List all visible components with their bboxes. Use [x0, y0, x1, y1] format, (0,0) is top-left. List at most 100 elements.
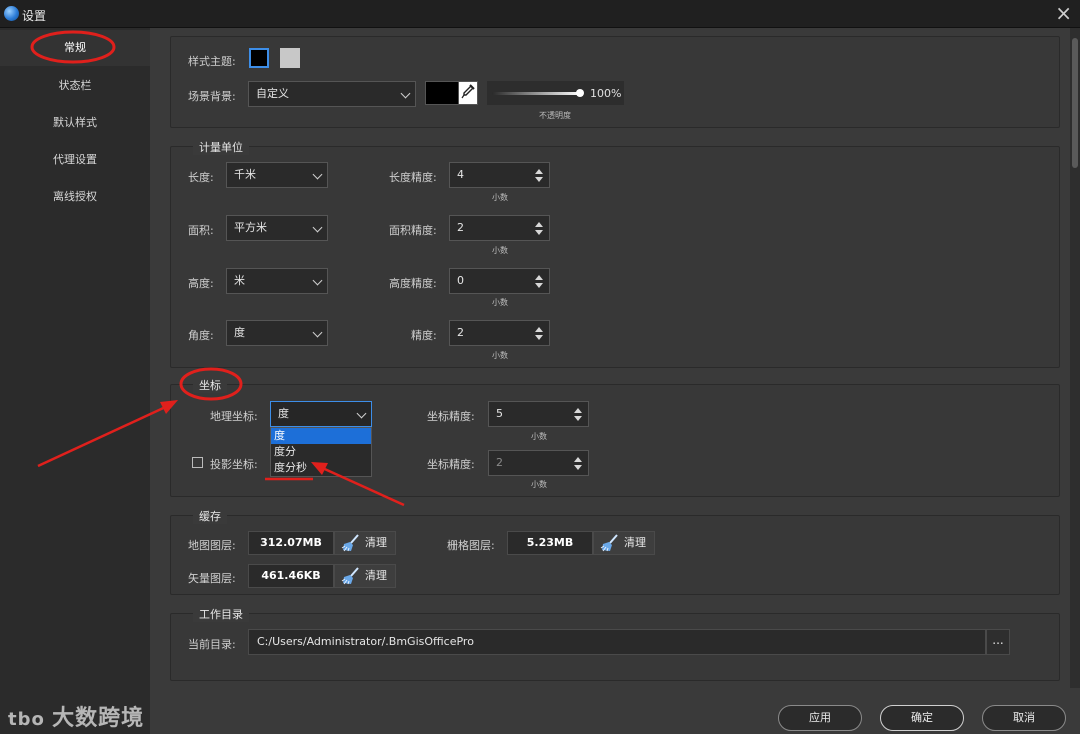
map-layer-clear-button[interactable]: 清理: [334, 531, 396, 555]
broom-icon: [600, 534, 618, 552]
angle-precision-spinner[interactable]: 2: [449, 320, 550, 346]
height-unit-value: 米: [234, 274, 245, 287]
sidebar-item-default-style[interactable]: 默认样式: [0, 105, 150, 141]
chevron-down-icon: [400, 88, 411, 99]
current-dir-label: 当前目录:: [188, 638, 236, 651]
decimal-caption: 小数: [492, 193, 508, 202]
spin-down-icon[interactable]: [574, 416, 582, 421]
eyedropper-icon: [461, 84, 475, 99]
scene-bg-select[interactable]: 自定义: [248, 81, 416, 107]
cancel-button[interactable]: 取消: [982, 705, 1066, 731]
browse-button[interactable]: ...: [986, 629, 1010, 655]
spin-down-icon[interactable]: [535, 230, 543, 235]
eyedropper-button[interactable]: [458, 81, 478, 105]
geo-precision-label: 坐标精度:: [427, 410, 475, 423]
sidebar-item-statusbar[interactable]: 状态栏: [0, 68, 150, 104]
height-label: 高度:: [188, 277, 214, 290]
spin-up-icon[interactable]: [574, 408, 582, 413]
scene-color-swatch[interactable]: [425, 81, 460, 105]
title-bar: 设置 ×: [0, 0, 1080, 28]
raster-layer-label: 栅格图层:: [447, 539, 495, 552]
spin-down-icon[interactable]: [535, 283, 543, 288]
opacity-slider[interactable]: [492, 92, 580, 95]
height-unit-select[interactable]: 米: [226, 268, 328, 294]
area-precision-spinner[interactable]: 2: [449, 215, 550, 241]
theme-light-swatch[interactable]: [280, 48, 300, 68]
geo-coord-select[interactable]: 度: [270, 401, 372, 427]
raster-layer-clear-button[interactable]: 清理: [593, 531, 655, 555]
opacity-caption: 不透明度: [539, 111, 571, 120]
length-unit-select[interactable]: 千米: [226, 162, 328, 188]
scene-bg-value: 自定义: [256, 87, 289, 100]
spin-up-icon[interactable]: [535, 169, 543, 174]
decimal-caption: 小数: [531, 480, 547, 489]
chevron-down-icon: [312, 327, 323, 338]
chevron-down-icon: [356, 408, 367, 419]
height-precision-value: 0: [457, 274, 464, 287]
clear-label: 清理: [365, 536, 387, 549]
vector-layer-size: 461.46KB: [248, 564, 334, 588]
geo-option-degree-minute-second[interactable]: 度分秒: [271, 460, 371, 476]
ok-button[interactable]: 确定: [880, 705, 964, 731]
geo-precision-spinner[interactable]: 5: [488, 401, 589, 427]
height-precision-label: 高度精度:: [389, 277, 437, 290]
geo-coord-value: 度: [278, 407, 289, 420]
spin-down-icon[interactable]: [574, 465, 582, 470]
sidebar: 常规 状态栏 默认样式 代理设置 离线授权: [0, 28, 150, 734]
area-precision-label: 面积精度:: [389, 224, 437, 237]
spin-up-icon[interactable]: [535, 327, 543, 332]
length-precision-spinner[interactable]: 4: [449, 162, 550, 188]
angle-unit-value: 度: [234, 326, 245, 339]
decimal-caption: 小数: [531, 432, 547, 441]
proj-coord-checkbox[interactable]: [192, 457, 203, 468]
theme-dark-swatch[interactable]: [249, 48, 269, 68]
watermark: tbo 大数跨境: [8, 700, 144, 732]
vector-layer-clear-button[interactable]: 清理: [334, 564, 396, 588]
theme-label: 样式主题:: [188, 55, 236, 68]
clear-label: 清理: [365, 569, 387, 582]
current-dir-field[interactable]: C:/Users/Administrator/.BmGisOfficePro: [248, 629, 986, 655]
sidebar-item-general[interactable]: 常规: [0, 30, 150, 66]
app-logo-icon: [4, 6, 19, 21]
scrollbar[interactable]: [1070, 28, 1080, 688]
proj-precision-label: 坐标精度:: [427, 458, 475, 471]
workdir-group-title: 工作目录: [193, 606, 249, 622]
sidebar-item-offline-license[interactable]: 离线授权: [0, 179, 150, 215]
chevron-down-icon: [312, 275, 323, 286]
height-precision-spinner[interactable]: 0: [449, 268, 550, 294]
spin-down-icon[interactable]: [535, 177, 543, 182]
geo-coord-label: 地理坐标:: [210, 410, 258, 423]
area-unit-value: 平方米: [234, 221, 267, 234]
units-group-title: 计量单位: [193, 139, 249, 155]
geo-option-degree-minute[interactable]: 度分: [271, 444, 371, 460]
geo-coord-dropdown: 度 度分 度分秒: [270, 427, 372, 477]
scrollbar-thumb[interactable]: [1072, 38, 1078, 168]
area-unit-select[interactable]: 平方米: [226, 215, 328, 241]
spin-up-icon[interactable]: [574, 457, 582, 462]
decimal-caption: 小数: [492, 246, 508, 255]
proj-precision-value: 2: [496, 456, 503, 469]
apply-button[interactable]: 应用: [778, 705, 862, 731]
map-layer-label: 地图图层:: [188, 539, 236, 552]
vector-layer-label: 矢量图层:: [188, 572, 236, 585]
scene-bg-label: 场景背景:: [188, 90, 236, 103]
geo-option-degree[interactable]: 度: [271, 428, 371, 444]
cache-group-title: 缓存: [193, 508, 227, 524]
coords-group-title: 坐标: [193, 377, 227, 393]
proj-precision-spinner[interactable]: 2: [488, 450, 589, 476]
angle-unit-select[interactable]: 度: [226, 320, 328, 346]
sidebar-item-proxy[interactable]: 代理设置: [0, 142, 150, 178]
area-precision-value: 2: [457, 221, 464, 234]
spin-up-icon[interactable]: [535, 275, 543, 280]
precision-label: 精度:: [411, 329, 437, 342]
length-precision-label: 长度精度:: [389, 171, 437, 184]
area-label: 面积:: [188, 224, 214, 237]
close-icon[interactable]: ×: [1055, 2, 1072, 24]
spin-up-icon[interactable]: [535, 222, 543, 227]
proj-coord-label: 投影坐标:: [210, 458, 258, 471]
map-layer-size: 312.07MB: [248, 531, 334, 555]
geo-precision-value: 5: [496, 407, 503, 420]
angle-precision-value: 2: [457, 326, 464, 339]
opacity-slider-handle[interactable]: [576, 89, 584, 97]
spin-down-icon[interactable]: [535, 335, 543, 340]
